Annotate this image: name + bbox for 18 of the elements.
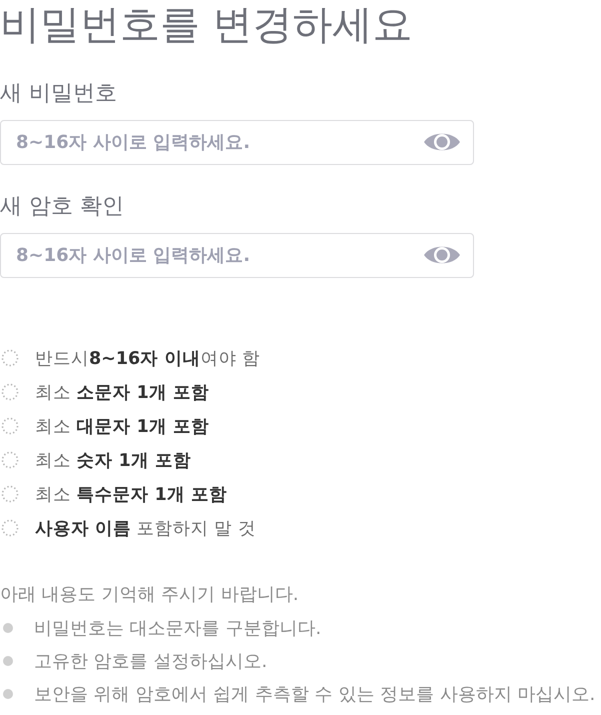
note-text: 아래 내용도 기억해 주시기 바랍니다. — [0, 583, 300, 607]
requirement-text: 사용자 이름 포함하지 말 것 — [35, 518, 256, 540]
bullet-dot-icon — [3, 688, 13, 698]
requirement-text: 최소 대문자 1개 포함 — [35, 416, 209, 438]
bullet-dot-icon — [3, 622, 13, 632]
requirement-text: 반드시8~16자 이내여야 함 — [35, 348, 260, 370]
requirement-text: 최소 소문자 1개 포함 — [35, 382, 209, 404]
tip-text: 보안을 위해 암호에서 쉽게 추측할 수 있는 정보를 사용하지 마십시오. — [34, 682, 596, 706]
requirement-text: 최소 특수문자 1개 포함 — [35, 484, 227, 506]
password-field[interactable]: 8~16자 사이로 입력하세요. — [0, 120, 474, 165]
password-field[interactable]: 8~16자 사이로 입력하세요. — [0, 233, 474, 278]
bullet-dot-icon — [3, 656, 13, 666]
tip-text: 고유한 암호를 설정하십시오. — [34, 650, 268, 672]
tip-text: 비밀번호는 대소문자를 구분합니다. — [34, 616, 322, 640]
requirement-text: 최소 숫자 1개 포함 — [35, 450, 191, 472]
page-title: 비밀번호를 변경하세요 — [0, 1, 414, 50]
field-label: 새 암호 확인 — [0, 193, 124, 221]
field-label: 새 비밀번호 — [0, 80, 117, 108]
